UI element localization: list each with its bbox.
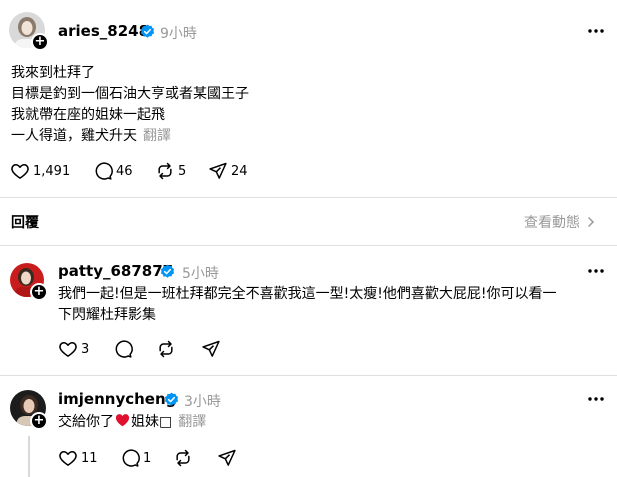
post-text-line-4: 一人得道，雞犬升天 翻譯	[11, 126, 171, 147]
more-options-icon[interactable]	[585, 24, 607, 38]
comment-button[interactable]: 1	[120, 448, 151, 468]
like-count: 3	[81, 341, 90, 357]
share-button[interactable]	[217, 448, 237, 468]
reply-username[interactable]: imjennycheng	[58, 390, 176, 408]
send-icon	[202, 340, 220, 357]
repost-icon	[158, 162, 172, 180]
send-icon	[209, 162, 227, 179]
comment-icon	[115, 340, 133, 358]
follow-plus-icon[interactable]: +	[31, 33, 49, 51]
repost-button[interactable]: 5	[155, 161, 186, 181]
repost-button[interactable]	[156, 339, 176, 359]
view-activity-label: 查看動態	[524, 215, 580, 231]
like-count: 11	[81, 450, 98, 466]
divider	[0, 245, 617, 246]
comment-icon	[95, 162, 113, 180]
like-count: 1,491	[33, 163, 71, 179]
repost-icon	[176, 449, 190, 467]
comment-count: 46	[116, 163, 133, 179]
more-options-icon[interactable]	[585, 264, 607, 278]
share-button[interactable]	[201, 339, 221, 359]
translate-link[interactable]: 翻譯	[143, 128, 171, 144]
heart-icon	[11, 164, 29, 179]
comment-count: 1	[143, 450, 152, 466]
send-icon	[218, 449, 236, 466]
red-heart-emoji-icon	[115, 414, 130, 427]
post-username[interactable]: aries_8248	[58, 22, 149, 40]
reply-text-line-2: 下閃耀杜拜影集	[58, 307, 156, 323]
comment-button[interactable]: 46	[93, 161, 133, 181]
verified-badge-icon	[164, 392, 179, 406]
translate-link[interactable]: 翻譯	[178, 414, 206, 430]
reply-text-tofu: □	[159, 414, 173, 430]
heart-icon	[59, 451, 77, 466]
verified-badge-icon	[160, 264, 175, 278]
follow-plus-icon[interactable]: +	[30, 283, 48, 301]
reply-username[interactable]: patty_687877	[58, 262, 173, 280]
share-count: 24	[231, 163, 248, 179]
replies-heading: 回覆	[11, 215, 39, 231]
post-text-line-2: 目標是釣到一個石油大亨或者某國王子	[11, 86, 249, 102]
follow-plus-icon[interactable]: +	[30, 412, 48, 430]
verified-badge-icon	[140, 24, 155, 38]
thread-line	[28, 436, 30, 477]
chevron-right-icon	[588, 217, 595, 227]
reply-text-line-1: 交給你了 姐妹□ 翻譯	[58, 412, 206, 433]
reply-text-after: 姐妹	[131, 414, 159, 430]
divider	[0, 375, 617, 376]
like-button[interactable]: 11	[58, 448, 98, 468]
divider	[0, 197, 617, 198]
repost-button[interactable]	[173, 448, 193, 468]
post-time: 9小時	[160, 26, 197, 42]
like-button[interactable]: 1,491	[10, 161, 70, 181]
reply-text-before: 交給你了	[58, 414, 114, 430]
comment-button[interactable]	[113, 339, 133, 359]
post-text-line-4-text: 一人得道，雞犬升天	[11, 128, 137, 144]
view-activity-link[interactable]: 查看動態	[524, 212, 597, 232]
reply-time: 5小時	[182, 266, 219, 282]
heart-icon	[59, 342, 77, 357]
post-text-line-3: 我就帶在座的姐妹一起飛	[11, 107, 165, 123]
like-button[interactable]: 3	[58, 339, 89, 359]
reply-text-line-1: 我們一起!但是一班杜拜都完全不喜歡我這一型!太瘦!他們喜歡大屁屁!你可以看一	[58, 286, 557, 302]
comment-icon	[122, 449, 140, 467]
share-button[interactable]: 24	[208, 161, 248, 181]
reply-time: 3小時	[184, 394, 221, 410]
more-options-icon[interactable]	[585, 392, 607, 406]
repost-icon	[159, 340, 173, 358]
post-text-line-1: 我來到杜拜了	[11, 65, 95, 81]
repost-count: 5	[178, 163, 187, 179]
